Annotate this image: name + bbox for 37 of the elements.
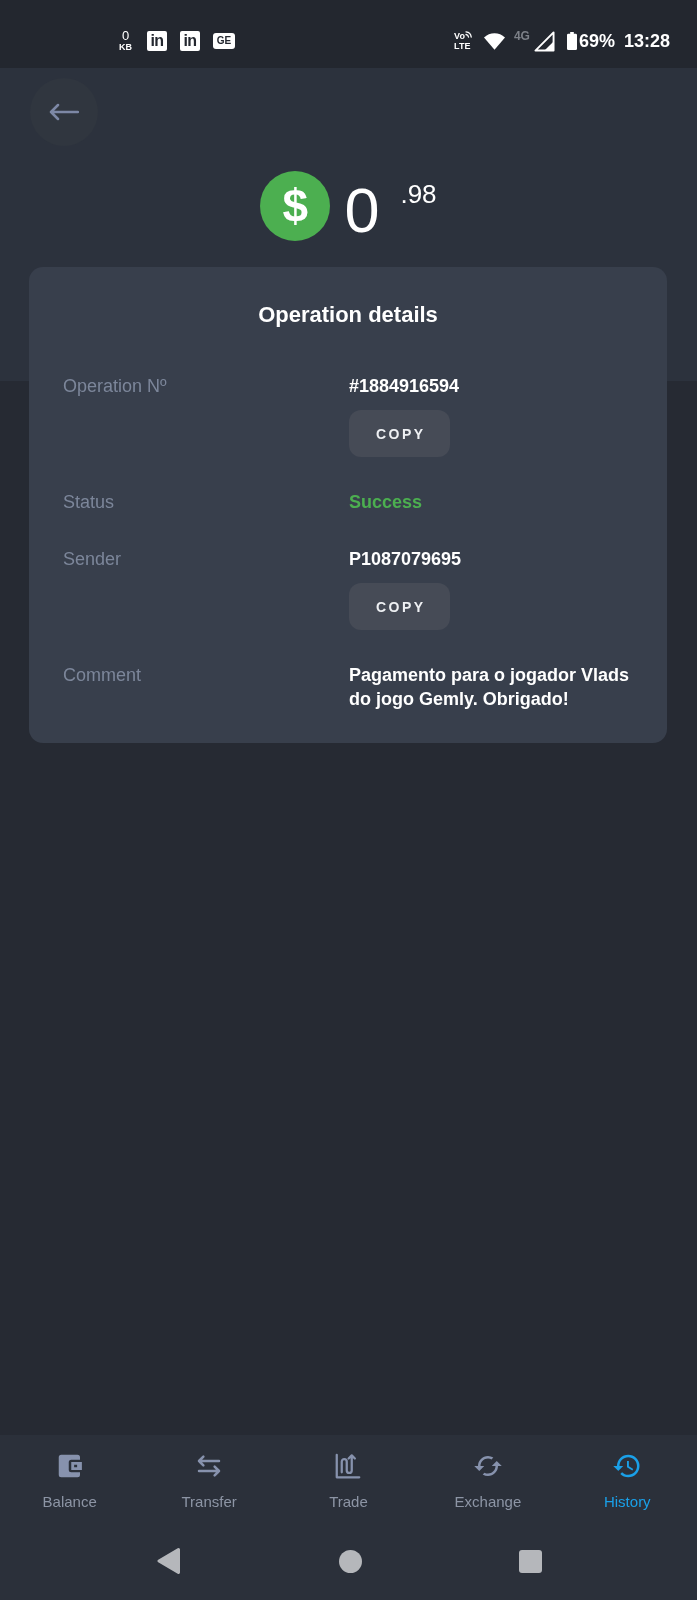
network-type-label: 4G	[513, 30, 530, 42]
back-icon[interactable]	[155, 1547, 182, 1575]
copy-button[interactable]: COPY	[349, 410, 450, 457]
data-speed-unit: KB	[119, 42, 132, 52]
battery-percent: 69%	[578, 30, 615, 52]
volte-label: Vo	[454, 31, 465, 41]
app-notification-icon: in	[147, 31, 167, 51]
field-value: P1087079695	[349, 548, 462, 571]
signal-waves-icon	[464, 31, 472, 38]
recents-icon[interactable]	[518, 1549, 542, 1573]
field-label: Status	[63, 491, 115, 514]
arrow-left-icon	[49, 103, 79, 121]
amount-fraction: .98	[400, 179, 437, 209]
field-label: Sender	[63, 548, 122, 571]
card-title: Operation details	[257, 303, 439, 327]
currency-icon: $	[260, 171, 331, 241]
copy-button[interactable]: COPY	[349, 583, 450, 630]
app-notification-icon: in	[180, 31, 200, 51]
home-icon[interactable]	[338, 1549, 362, 1573]
field-label: Comment	[63, 664, 142, 687]
wifi-icon	[483, 32, 505, 50]
nav-tab[interactable]: Balance	[0, 1435, 140, 1530]
nav-tab[interactable]: Exchange	[418, 1435, 558, 1530]
comment-text: Pagamento para o jogador Vlads do jogo Gemly. Obrigado!	[349, 664, 631, 711]
field-value: #1884916594	[349, 375, 460, 398]
battery-icon	[566, 31, 577, 51]
status-value: Success	[349, 491, 423, 514]
cellular-signal-icon	[533, 30, 555, 52]
field-label: Operation Nº	[63, 375, 167, 398]
clock-time: 13:28	[623, 30, 670, 52]
volte-label: LTE	[454, 41, 471, 51]
amount-integer: 0	[344, 174, 380, 246]
nav-tab[interactable]: Trade	[278, 1435, 419, 1530]
app-notification-icon: GE	[213, 33, 235, 49]
nav-tab[interactable]: History	[557, 1435, 697, 1530]
nav-tab[interactable]: Transfer	[139, 1435, 279, 1530]
data-speed-value: 0	[121, 30, 130, 42]
